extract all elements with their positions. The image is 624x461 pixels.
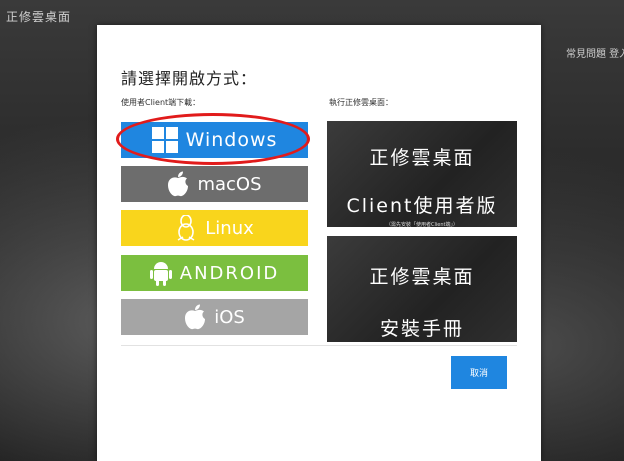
linux-label: Linux (205, 217, 254, 239)
tile-subtitle: Client使用者版 (346, 195, 498, 217)
ios-download-button[interactable]: iOS (121, 299, 308, 335)
android-robot-icon (149, 260, 172, 286)
header-links[interactable]: 常見問題 登入桌面 (566, 45, 624, 60)
macos-label: macOS (197, 173, 262, 195)
cancel-button[interactable]: 取消 (451, 356, 507, 389)
windows-label: Windows (185, 129, 278, 151)
dialog-title: 請選擇開啟方式： (121, 69, 258, 88)
linux-penguin-icon (175, 215, 197, 241)
client-version-tile[interactable]: 正修雲桌面 Client使用者版 （需先安裝「使用者Client端」） (327, 121, 517, 228)
launch-method-dialog: 請選擇開啟方式： 使用者Client端下載： 執行正修雲桌面： Windows … (97, 25, 541, 461)
tile-note: （需先安裝「使用者Client端」） (386, 222, 458, 228)
windows-download-button[interactable]: Windows (121, 122, 308, 158)
install-manual-tile[interactable]: 正修雲桌面 安裝手冊 (327, 236, 517, 342)
android-label: ANDROID (179, 262, 280, 284)
android-download-button[interactable]: ANDROID (121, 255, 308, 291)
client-download-label: 使用者Client端下載： (121, 98, 201, 107)
ios-label: iOS (214, 306, 245, 328)
tile-title: 正修雲桌面 (369, 266, 475, 288)
apple-icon (167, 171, 189, 197)
tile-subtitle: 安裝手冊 (379, 318, 464, 340)
apple-icon (184, 304, 206, 330)
windows-icon (151, 127, 178, 153)
app-title: 正修雲桌面 (6, 10, 72, 24)
tile-title: 正修雲桌面 (369, 147, 475, 169)
divider (121, 345, 517, 346)
macos-download-button[interactable]: macOS (121, 166, 308, 202)
linux-download-button[interactable]: Linux (121, 210, 308, 246)
run-desktop-label: 執行正修雲桌面： (329, 98, 393, 107)
